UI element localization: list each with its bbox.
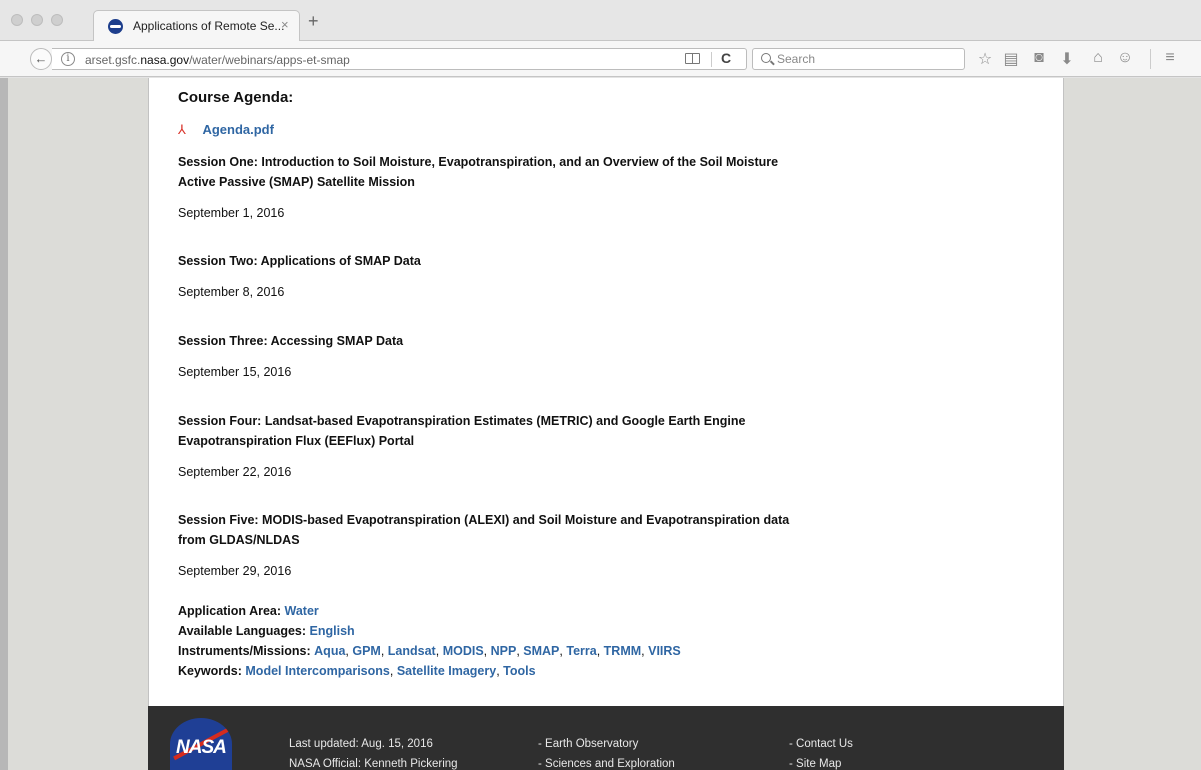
agenda-download: ⅄ Agenda.pdf bbox=[178, 121, 274, 139]
site-info-icon[interactable]: i bbox=[61, 52, 75, 66]
session-date: September 22, 2016 bbox=[178, 465, 292, 479]
footer-links-2: - Contact Us - Site Map bbox=[789, 734, 853, 770]
instrument-link[interactable]: Terra bbox=[566, 644, 596, 658]
pocket-icon[interactable]: ◙ bbox=[1029, 49, 1049, 67]
tab-bar: Applications of Remote Se... × + bbox=[0, 0, 1201, 41]
site-map-link[interactable]: - Site Map bbox=[789, 758, 841, 770]
instrument-link[interactable]: TRMM bbox=[604, 644, 642, 658]
keyword-link[interactable]: Model Intercomparisons bbox=[245, 664, 389, 678]
url-prefix: arset.gsfc. bbox=[85, 53, 141, 67]
session-date: September 8, 2016 bbox=[178, 285, 285, 299]
tab-title: Applications of Remote Se... bbox=[133, 19, 285, 33]
instruments-row: Instruments/Missions: Aqua, GPM, Landsat… bbox=[178, 644, 681, 658]
star-icon[interactable]: ☆ bbox=[975, 49, 995, 69]
nasa-favicon-icon bbox=[108, 19, 123, 34]
contact-us-link[interactable]: - Contact Us bbox=[789, 738, 853, 750]
languages-row: Available Languages: English bbox=[178, 621, 681, 641]
minimize-window-button[interactable] bbox=[31, 14, 43, 26]
agenda-heading: Course Agenda: bbox=[178, 89, 294, 106]
session-date: September 15, 2016 bbox=[178, 365, 292, 379]
instruments-label: Instruments/Missions: bbox=[178, 644, 311, 658]
search-icon bbox=[761, 53, 771, 63]
url-path: /water/webinars/apps-et-smap bbox=[189, 53, 350, 67]
content-card: Course Agenda: ⅄ Agenda.pdf Session One:… bbox=[148, 78, 1064, 706]
reading-list-icon[interactable]: ▤ bbox=[1001, 49, 1021, 69]
home-icon[interactable]: ⌂ bbox=[1088, 49, 1108, 67]
session-title: Session Three: Accessing SMAP Data bbox=[178, 334, 404, 348]
session-item: Session Two: Applications of SMAP Data S… bbox=[178, 251, 818, 299]
url-bar[interactable]: i arset.gsfc.nasa.gov/water/webinars/app… bbox=[52, 48, 747, 70]
session-title: Session Two: Applications of SMAP Data bbox=[178, 254, 421, 268]
keywords-label: Keywords: bbox=[178, 664, 242, 678]
nasa-official: NASA Official: Kenneth Pickering bbox=[289, 758, 458, 770]
reload-icon[interactable]: C bbox=[721, 50, 731, 66]
session-date: September 29, 2016 bbox=[178, 564, 292, 578]
session-item: Session Four: Landsat-based Evapotranspi… bbox=[178, 411, 818, 479]
languages-label: Available Languages: bbox=[178, 624, 307, 638]
url-host: nasa.gov bbox=[140, 53, 190, 67]
session-date: September 1, 2016 bbox=[178, 206, 285, 220]
back-button[interactable]: ← bbox=[30, 48, 52, 70]
search-input[interactable]: Search bbox=[752, 48, 965, 70]
application-area-label: Application Area: bbox=[178, 604, 282, 618]
sciences-exploration-link[interactable]: - Sciences and Exploration bbox=[538, 758, 675, 770]
language-link[interactable]: English bbox=[310, 624, 355, 638]
instrument-link[interactable]: NPP bbox=[491, 644, 517, 658]
agenda-pdf-link[interactable]: Agenda.pdf bbox=[202, 122, 274, 137]
footer-links-1: - Earth Observatory - Sciences and Explo… bbox=[538, 734, 675, 770]
keyword-link[interactable]: Tools bbox=[503, 664, 535, 678]
session-item: Session One: Introduction to Soil Moistu… bbox=[178, 152, 818, 220]
url-text[interactable]: arset.gsfc.nasa.gov/water/webinars/apps-… bbox=[85, 53, 350, 67]
pdf-icon: ⅄ bbox=[178, 121, 186, 137]
nasa-logo[interactable]: NASA bbox=[170, 718, 232, 770]
application-area-link[interactable]: Water bbox=[285, 604, 319, 618]
search-placeholder: Search bbox=[777, 52, 816, 66]
zoom-window-button[interactable] bbox=[51, 14, 63, 26]
session-title: Session Five: MODIS-based Evapotranspira… bbox=[178, 513, 790, 547]
navigation-bar: ← i arset.gsfc.nasa.gov/water/webinars/a… bbox=[0, 41, 1201, 77]
left-edge-strip bbox=[0, 78, 8, 770]
reader-view-icon[interactable] bbox=[685, 53, 700, 64]
instrument-link[interactable]: MODIS bbox=[443, 644, 484, 658]
course-metadata: Application Area: Water Available Langua… bbox=[178, 601, 681, 681]
instrument-link[interactable]: GPM bbox=[352, 644, 380, 658]
url-divider bbox=[711, 52, 712, 67]
toolbar-divider bbox=[1150, 49, 1151, 69]
page-viewport: Course Agenda: ⅄ Agenda.pdf Session One:… bbox=[0, 78, 1201, 770]
new-tab-button[interactable]: + bbox=[308, 11, 319, 32]
instrument-link[interactable]: Aqua bbox=[314, 644, 345, 658]
last-updated: Last updated: Aug. 15, 2016 bbox=[289, 738, 433, 750]
close-window-button[interactable] bbox=[11, 14, 23, 26]
session-title: Session One: Introduction to Soil Moistu… bbox=[178, 155, 779, 189]
session-item: Session Five: MODIS-based Evapotranspira… bbox=[178, 510, 818, 578]
site-footer: NASA Last updated: Aug. 15, 2016 NASA Of… bbox=[148, 706, 1064, 770]
instrument-link[interactable]: VIIRS bbox=[648, 644, 681, 658]
sync-icon[interactable]: ☺ bbox=[1115, 49, 1135, 67]
instrument-link[interactable]: Landsat bbox=[388, 644, 436, 658]
earth-observatory-link[interactable]: - Earth Observatory bbox=[538, 738, 638, 750]
keyword-link[interactable]: Satellite Imagery bbox=[397, 664, 496, 678]
menu-icon[interactable]: ≡ bbox=[1160, 49, 1180, 67]
application-area-row: Application Area: Water bbox=[178, 601, 681, 621]
nasa-logo-text: NASA bbox=[176, 737, 227, 758]
footer-info: Last updated: Aug. 15, 2016 NASA Officia… bbox=[289, 734, 458, 770]
keywords-row: Keywords: Model Intercomparisons, Satell… bbox=[178, 664, 536, 678]
session-item: Session Three: Accessing SMAP Data Septe… bbox=[178, 331, 818, 379]
tab-close-icon[interactable]: × bbox=[281, 17, 289, 32]
session-title: Session Four: Landsat-based Evapotranspi… bbox=[178, 414, 746, 448]
instrument-link[interactable]: SMAP bbox=[523, 644, 559, 658]
download-icon[interactable]: ⬇ bbox=[1057, 49, 1077, 69]
tab-active[interactable]: Applications of Remote Se... × bbox=[93, 10, 300, 41]
